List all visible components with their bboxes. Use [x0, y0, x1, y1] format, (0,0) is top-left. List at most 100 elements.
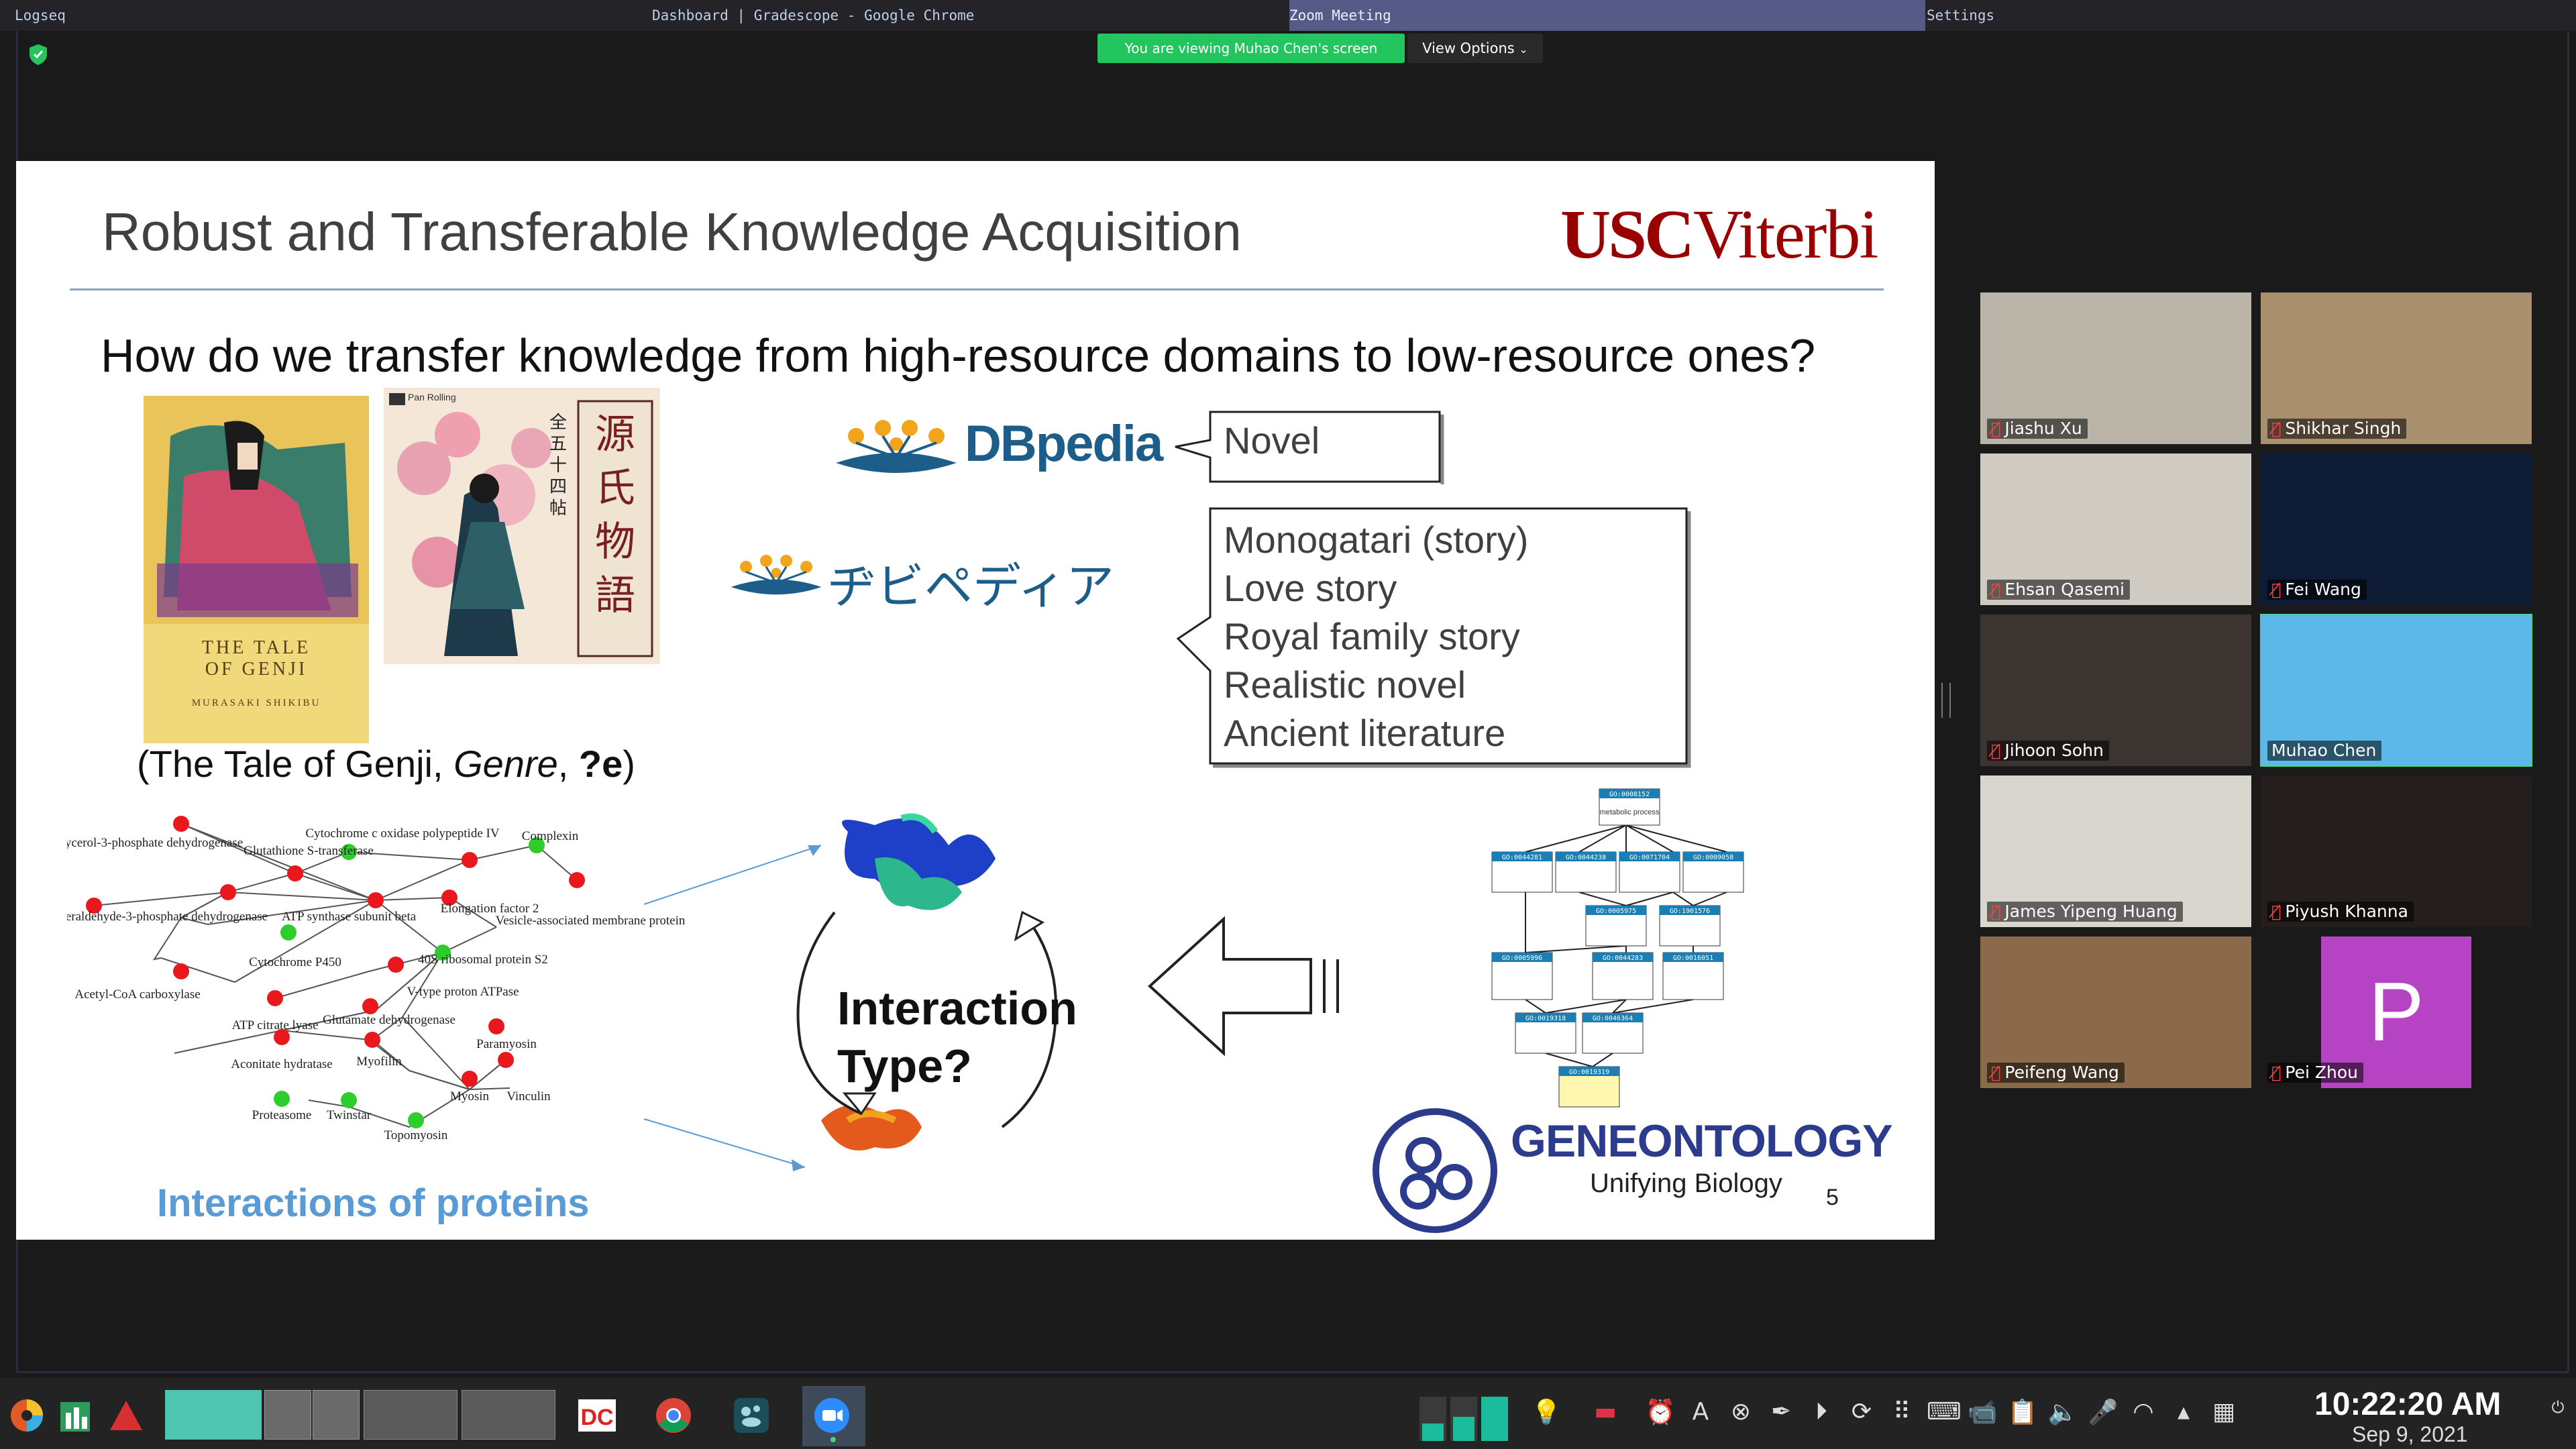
svg-text:源: 源 — [595, 411, 635, 458]
workspace-1-button[interactable] — [165, 1390, 262, 1440]
protein-label: ATP synthase subunit beta — [282, 910, 417, 924]
protein-label: Myofilin — [356, 1055, 402, 1069]
interaction-type-line-1: Interaction — [837, 982, 1077, 1034]
tray-expand-icon[interactable]: ▴ — [2168, 1398, 2199, 1426]
notification-bell-icon[interactable]: ⏰ — [1645, 1398, 1676, 1426]
participant-name: Shikhar Singh — [2285, 419, 2402, 438]
logseq-icon[interactable] — [731, 1395, 771, 1436]
window-layout-icon[interactable]: ▦ — [2208, 1398, 2239, 1426]
go-root-label: metabolic process — [1600, 808, 1660, 816]
zoom-icon — [814, 1398, 849, 1442]
spreadsheet-app-icon[interactable] — [58, 1397, 93, 1434]
participant-name-label: 🎙̸ James Yipeng Huang — [1987, 902, 2183, 922]
panel-resize-handle[interactable] — [1941, 683, 1951, 718]
clock-date[interactable]: Sep 9, 2021 — [2352, 1422, 2468, 1447]
security-shield-icon[interactable] — [27, 43, 50, 66]
book1-title: THE TALE OF GENJI — [201, 637, 311, 680]
svg-text:帖: 帖 — [549, 498, 567, 519]
participant-name: Ehsan Qasemi — [2004, 580, 2125, 599]
mic-muted-icon: 🎙̸ — [1991, 902, 2001, 921]
participant-name-label: 🎙̸ Jiashu Xu — [1987, 419, 2088, 439]
svg-text:語: 語 — [595, 572, 635, 619]
protein-label: Glycerol-3-phosphate dehydrogenase — [67, 836, 243, 850]
interactions-caption: Interactions of proteins — [157, 1181, 590, 1225]
protein-label: Cytochrome P450 — [249, 955, 341, 969]
interaction-type-line-2: Type? — [837, 1040, 972, 1092]
power-icon[interactable]: ⏻ — [2542, 1398, 2573, 1417]
protein-label: Vesicle-associated membrane protein — [496, 914, 686, 928]
zoom-taskbar-button[interactable] — [802, 1386, 865, 1446]
workspace-5-button[interactable] — [462, 1390, 555, 1440]
logseq-window-title[interactable]: Logseq — [15, 0, 66, 31]
participant-name-label: 🎙̸ Shikhar Singh — [2267, 419, 2407, 439]
system-monitor-widget[interactable] — [1419, 1390, 1508, 1441]
update-icon[interactable]: ⟳ — [1846, 1398, 1877, 1426]
participant-tile[interactable]: 🎙̸ Jihoon Sohn — [1980, 614, 2251, 766]
lightbulb-icon[interactable]: 💡 — [1531, 1398, 1562, 1426]
volume-icon[interactable]: 🔈 — [2047, 1398, 2078, 1426]
viewing-screen-banner: You are viewing Muhao Chen's screen — [1097, 34, 1405, 63]
protein-label: Glutamate dehydrogenase — [323, 1013, 455, 1027]
go-node-id: GO:1901576 — [1670, 908, 1710, 915]
participant-name: James Yipeng Huang — [2004, 902, 2178, 921]
participant-tile[interactable]: 🎙̸ Peifeng Wang — [1980, 936, 2251, 1088]
protein-label: 40S ribosomal protein S2 — [418, 953, 548, 967]
chevron-down-icon: ⌄ — [1519, 43, 1528, 56]
participant-tile[interactable]: 🎙̸ James Yipeng Huang — [1980, 775, 2251, 927]
xkill-icon[interactable]: ⊗ — [1725, 1398, 1756, 1426]
input-method-icon[interactable]: A — [1685, 1398, 1716, 1426]
go-node-id: GO:0019318 — [1525, 1015, 1566, 1022]
folder-icon[interactable]: ▬ — [1590, 1398, 1621, 1426]
settings-window-title[interactable]: Settings — [1927, 0, 1994, 31]
workspace-4-button[interactable] — [364, 1390, 458, 1440]
shared-slide: Robust and Transferable Knowledge Acquis… — [16, 161, 1935, 1240]
dbpedia-logo-icon — [836, 420, 957, 473]
protein-label: Twinstar — [327, 1108, 372, 1122]
mic-muted-icon: 🎙̸ — [2271, 419, 2282, 438]
go-node-id: GO:0009058 — [1693, 854, 1733, 861]
microphone-icon[interactable]: 🎤 — [2088, 1398, 2118, 1426]
participant-name: Muhao Chen — [2271, 741, 2377, 760]
workspace-3-button[interactable] — [313, 1390, 360, 1440]
protein-label: Aconitate hydratase — [231, 1057, 332, 1071]
go-node-id: GO:0071704 — [1629, 854, 1670, 861]
view-options-button[interactable]: View Options ⌄ — [1407, 34, 1543, 63]
participant-tile[interactable]: 🎙̸ Ehsan Qasemi — [1980, 453, 2251, 605]
participant-tile[interactable]: 🎙̸ Shikhar Singh — [2261, 292, 2532, 444]
mic-muted-icon: 🎙̸ — [2271, 1063, 2282, 1082]
title-divider — [70, 288, 1884, 290]
media-play-icon[interactable]: ⏵ — [1806, 1398, 1837, 1426]
go-node-id: GO:0005975 — [1596, 908, 1636, 915]
zoom-window-title[interactable]: Zoom Meeting — [1289, 0, 1925, 31]
wifi-icon[interactable]: ◠ — [2128, 1398, 2159, 1426]
app-grid-icon[interactable]: ⠿ — [1886, 1398, 1917, 1426]
protein-label: Complexin — [522, 829, 579, 843]
participant-tile[interactable]: 🎙̸ Piyush Khanna — [2261, 775, 2532, 927]
red-triangle-app-icon[interactable] — [107, 1397, 145, 1434]
go-node-id: GO:0005996 — [1502, 955, 1542, 962]
participant-tile[interactable]: 🎙̸ Jiashu Xu — [1980, 292, 2251, 444]
mic-muted-icon: 🎙̸ — [1991, 1063, 2001, 1082]
terminal-icon[interactable]: ⌨ — [1927, 1398, 1962, 1426]
protein-label: Cytochrome c oxidase polypeptide IV — [305, 826, 499, 841]
workspace-2-button[interactable] — [264, 1390, 311, 1440]
zoom-tray-icon[interactable]: 📹 — [1967, 1398, 1998, 1426]
novel-label: Novel — [1224, 419, 1320, 462]
clock-time[interactable]: 10:22:20 AM — [2314, 1386, 2501, 1423]
participant-tile-active-speaker[interactable]: Muhao Chen — [2260, 614, 2532, 767]
participant-name: Jiashu Xu — [2004, 419, 2082, 438]
participant-name: Pei Zhou — [2285, 1063, 2358, 1082]
participant-name-label: 🎙̸ Piyush Khanna — [2267, 902, 2414, 922]
participant-tile[interactable]: 🎙̸ Fei Wang — [2261, 453, 2532, 605]
chrome-icon[interactable] — [653, 1395, 694, 1436]
double-commander-icon[interactable]: DC — [577, 1395, 617, 1436]
feather-icon[interactable]: ✒ — [1766, 1398, 1796, 1426]
book1-author: MURASAKI SHIKIBU — [191, 698, 321, 708]
mic-muted-icon: 🎙̸ — [1991, 419, 2001, 438]
app-launcher-icon[interactable] — [8, 1397, 46, 1434]
protein-label: Acetyl-CoA carboxylase — [74, 987, 200, 1002]
chrome-window-title[interactable]: Dashboard | Gradescope - Google Chrome — [652, 0, 974, 31]
protein-label: ATP citrate lyase — [231, 1018, 318, 1032]
clipboard-icon[interactable]: 📋 — [2007, 1398, 2038, 1426]
go-root-id: GO:0008152 — [1609, 791, 1650, 798]
